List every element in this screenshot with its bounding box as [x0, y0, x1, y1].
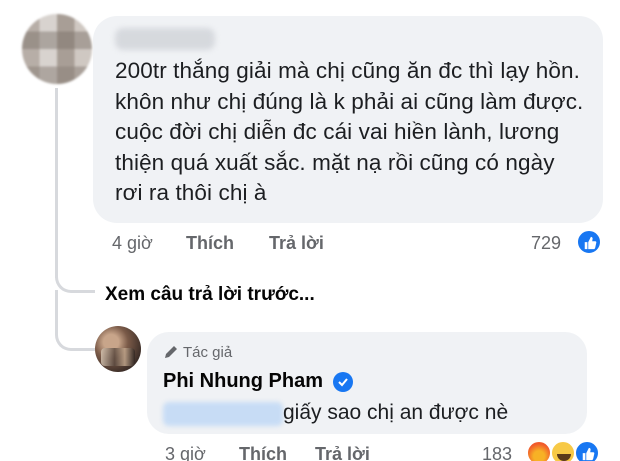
comment-actions: 4 giờ Thích Trả lời: [112, 233, 392, 257]
reply-reaction-count[interactable]: 183: [482, 444, 512, 461]
author-badge-label: Tác giả: [183, 344, 233, 361]
reply-actions: 3 giờ Thích Trả lời: [165, 444, 425, 461]
like-icon[interactable]: [574, 440, 600, 461]
comment-bubble: 200tr thắng giải mà chị cũng ăn đc thì l…: [93, 16, 603, 223]
pencil-icon: [165, 346, 177, 358]
reaction-count[interactable]: 729: [531, 233, 561, 254]
reply-like-button[interactable]: Thích: [239, 444, 287, 461]
comment-text: 200tr thắng giải mà chị cũng ăn đc thì l…: [115, 58, 584, 205]
thread-line: [55, 88, 58, 278]
comment-time[interactable]: 4 giờ: [112, 233, 153, 254]
thread-connector: [55, 255, 95, 293]
thread-line: [55, 290, 58, 320]
angry-icon[interactable]: [526, 440, 552, 461]
thread-connector: [55, 318, 95, 351]
reply-reply-button[interactable]: Trả lời: [315, 444, 370, 461]
author-avatar[interactable]: [95, 326, 141, 372]
view-previous-replies-link[interactable]: Xem câu trả lời trước...: [105, 284, 315, 306]
like-icon[interactable]: [576, 229, 602, 255]
verified-badge-icon: [333, 372, 353, 392]
reply-bubble: Tác giả Phi Nhung Pham giấy sao chị an đ…: [147, 332, 587, 434]
reply-text: giấy sao chị an được nè: [283, 401, 509, 424]
like-button[interactable]: Thích: [186, 233, 234, 254]
laugh-icon[interactable]: [550, 440, 576, 461]
commenter-avatar[interactable]: [22, 14, 92, 84]
reply-button[interactable]: Trả lời: [269, 233, 324, 254]
commenter-name-blurred[interactable]: [115, 28, 215, 50]
mention-tag-blurred[interactable]: [163, 402, 283, 426]
author-name[interactable]: Phi Nhung Pham: [163, 370, 323, 393]
author-badge: Tác giả: [163, 344, 232, 361]
reply-time[interactable]: 3 giờ: [165, 444, 206, 461]
